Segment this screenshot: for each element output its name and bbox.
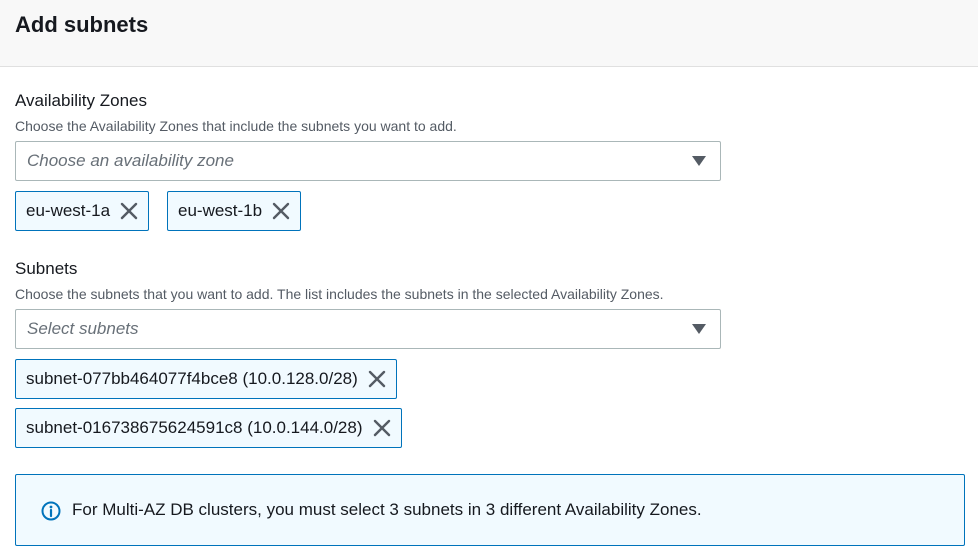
- az-token-eu-west-1b: eu-west-1b: [167, 191, 302, 231]
- token-label: subnet-077bb464077f4bce8 (10.0.128.0/28): [26, 369, 358, 388]
- caret-down-icon: [692, 324, 706, 334]
- modal-header: Add subnets: [0, 0, 978, 67]
- subnets-select[interactable]: Select subnets: [15, 309, 721, 349]
- info-icon: [41, 501, 61, 521]
- token-label: subnet-016738675624591c8 (10.0.144.0/28): [26, 418, 363, 437]
- subnet-token: subnet-016738675624591c8 (10.0.144.0/28): [15, 408, 402, 448]
- token-label: eu-west-1a: [26, 201, 111, 220]
- close-icon[interactable]: [118, 200, 140, 222]
- availability-zone-select-placeholder: Choose an availability zone: [27, 151, 234, 170]
- close-icon[interactable]: [366, 368, 388, 390]
- info-alert: For Multi-AZ DB clusters, you must selec…: [15, 474, 965, 546]
- subnets-description: Choose the subnets that you want to add.…: [15, 286, 664, 302]
- token-label: eu-west-1b: [178, 201, 263, 220]
- availability-zones-label: Availability Zones: [15, 91, 147, 110]
- availability-zones-description: Choose the Availability Zones that inclu…: [15, 118, 457, 134]
- caret-down-icon: [692, 156, 706, 166]
- alert-message: For Multi-AZ DB clusters, you must selec…: [72, 500, 702, 519]
- close-icon[interactable]: [371, 417, 393, 439]
- subnet-token: subnet-077bb464077f4bce8 (10.0.128.0/28): [15, 359, 397, 399]
- close-icon[interactable]: [270, 200, 292, 222]
- subnets-label: Subnets: [15, 259, 78, 278]
- az-token-eu-west-1a: eu-west-1a: [15, 191, 150, 231]
- availability-zone-select[interactable]: Choose an availability zone: [15, 141, 721, 181]
- subnets-select-placeholder: Select subnets: [27, 319, 139, 338]
- page-title: Add subnets: [15, 12, 149, 37]
